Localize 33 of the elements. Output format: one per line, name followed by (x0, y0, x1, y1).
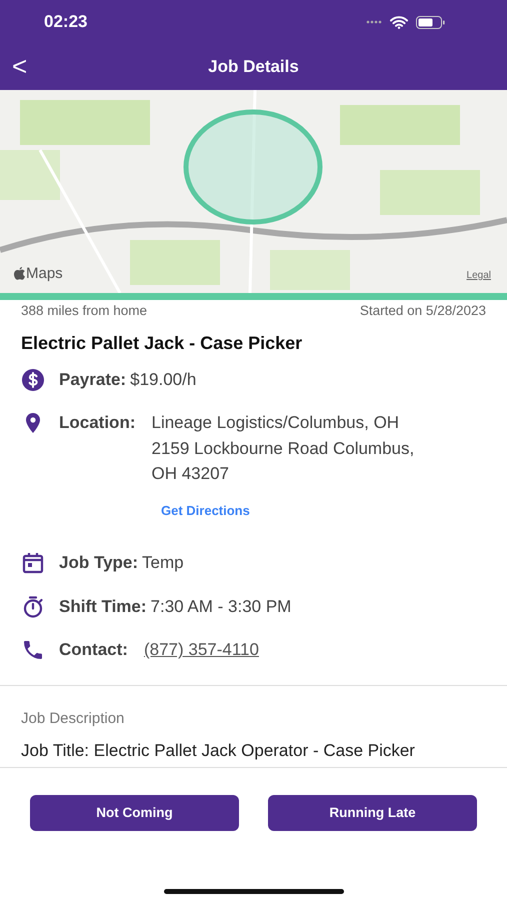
location-label: Location: (59, 412, 136, 434)
apple-icon (14, 267, 25, 280)
home-indicator[interactable] (164, 889, 344, 894)
detail-label: Job Type: (59, 552, 138, 574)
signal-icon (366, 20, 382, 24)
dollar-icon (21, 368, 45, 392)
status-time: 02:23 (44, 11, 88, 34)
legal-link[interactable]: Legal (466, 268, 491, 283)
description-text: Job Title: Electric Pallet Jack Operator - Case Picker (20, 740, 416, 762)
detail-label: Shift Time: (59, 596, 147, 618)
start-date-text: Started on 5/28/2023 (360, 302, 486, 320)
detail-value: 7:30 AM - 3:30 PM (150, 596, 292, 618)
action-button[interactable]: Not Coming (30, 795, 239, 832)
screen-title: Job Details (208, 56, 299, 78)
contact-label: Contact: (59, 639, 128, 662)
phone-link[interactable]: (877) 357-4110 (144, 637, 259, 663)
maps-label: Maps (26, 264, 63, 284)
address-line: OH 43207 (152, 463, 230, 486)
distance-text: 388 miles from home (21, 302, 148, 320)
detail-value: Temp (142, 552, 184, 574)
address-line: 2159 Lockbourne Road Columbus, (152, 438, 414, 460)
detail-label: Payrate: (59, 368, 126, 391)
job-title: Electric Pallet Jack - Case Picker (20, 332, 304, 355)
get-directions-link[interactable]: Get Directions (161, 500, 414, 520)
wifi-icon (390, 16, 408, 28)
back-button[interactable]: < (12, 52, 28, 80)
stopwatch-icon (21, 594, 45, 619)
calendar-icon (21, 551, 45, 576)
address-line: Lineage Logistics/Columbus, OH (152, 412, 400, 434)
battery-icon (416, 16, 445, 28)
action-button[interactable]: Running Late (268, 795, 477, 832)
description-heading: Job Description (20, 708, 126, 729)
detail-value: $19.00/h (130, 368, 196, 391)
